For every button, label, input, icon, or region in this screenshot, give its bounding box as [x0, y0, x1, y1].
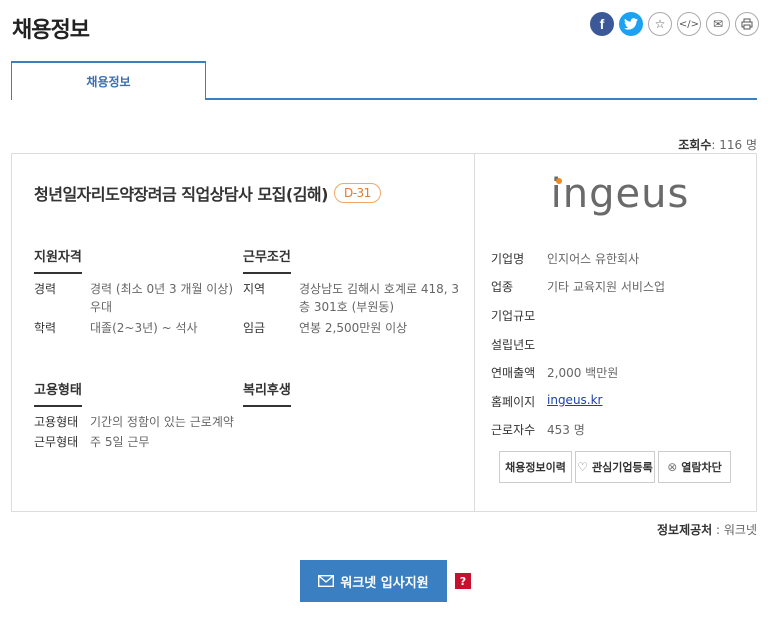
- company-info-pane: ingeus 기업명 인지어스 유한회사 업종 기타 교육지원 서비스업 기업규…: [475, 154, 756, 511]
- row-value: 453 명: [547, 423, 585, 437]
- qualification-row-career: 경력 경력 (최소 0년 3 개월 이상) 우대: [34, 280, 239, 316]
- company-row-size: 기업규모: [491, 307, 547, 324]
- job-title-text: 청년일자리도약장려금 직업상담사 모집(김해): [34, 185, 328, 204]
- twitter-icon[interactable]: [619, 12, 643, 36]
- qualification-row-education: 학력 대졸(2~3년) ~ 석사: [34, 319, 239, 337]
- employment-heading: 고용형태: [34, 379, 82, 407]
- facebook-icon[interactable]: f: [590, 12, 614, 36]
- row-key: 근로자수: [491, 423, 536, 437]
- block-view-label: 열람차단: [681, 461, 722, 474]
- job-history-label: 채용정보이력: [505, 461, 566, 474]
- employment-row-type: 고용형태 기간의 정함이 있는 근로계약: [34, 413, 254, 431]
- company-row-homepage: 홈페이지 ingeus.kr: [491, 393, 603, 410]
- tab-label: 채용정보: [86, 75, 131, 89]
- print-icon[interactable]: [735, 12, 759, 36]
- row-key: 설립년도: [491, 338, 536, 352]
- company-row-founded: 설립년도: [491, 336, 547, 353]
- star-icon[interactable]: ☆: [648, 12, 672, 36]
- company-logo: ingeus: [545, 168, 695, 220]
- row-key: 홈페이지: [491, 395, 536, 409]
- view-count-value: : 116 명: [711, 138, 757, 152]
- homepage-link[interactable]: ingeus.kr: [547, 393, 603, 410]
- heart-icon: ♡: [577, 460, 589, 474]
- conditions-heading: 근무조건: [243, 246, 291, 274]
- row-key: 근무형태: [34, 435, 79, 449]
- row-value: 경력 (최소 0년 3 개월 이상) 우대: [90, 282, 234, 314]
- welfare-heading: 복리후생: [243, 379, 291, 407]
- job-detail-box: 청년일자리도약장려금 직업상담사 모집(김해) D-31 지원자격 경력 경력 …: [11, 153, 757, 512]
- company-row-name: 기업명 인지어스 유한회사: [491, 250, 639, 267]
- row-key: 업종: [491, 280, 514, 294]
- job-title: 청년일자리도약장려금 직업상담사 모집(김해) D-31: [34, 181, 381, 205]
- info-provider: 정보제공처 : 워크넷: [657, 521, 757, 538]
- help-icon[interactable]: ?: [455, 573, 471, 589]
- job-info-pane: 청년일자리도약장려금 직업상담사 모집(김해) D-31 지원자격 경력 경력 …: [12, 154, 475, 511]
- employment-row-schedule: 근무형태 주 5일 근무: [34, 433, 254, 451]
- row-value: 대졸(2~3년) ~ 석사: [90, 321, 198, 335]
- row-value: 기간의 정함이 있는 근로계약: [90, 415, 234, 429]
- row-key: 기업명: [491, 252, 525, 266]
- row-key: 연매출액: [491, 366, 536, 380]
- apply-button[interactable]: 워크넷 입사지원: [300, 560, 447, 602]
- row-value: 인지어스 유한회사: [547, 252, 640, 266]
- row-value: 2,000 백만원: [547, 366, 619, 380]
- share-bar: f ☆ </> ✉: [590, 12, 759, 36]
- company-row-employees: 근로자수 453 명: [491, 421, 585, 438]
- row-value: 연봉 2,500만원 이상: [299, 321, 408, 335]
- apply-label: 워크넷 입사지원: [340, 575, 429, 591]
- view-count-label: 조회수: [678, 138, 712, 152]
- row-key: 임금: [243, 321, 266, 335]
- tab-job-info[interactable]: 채용정보: [11, 61, 206, 102]
- condition-row-salary: 임금 연봉 2,500만원 이상: [243, 319, 465, 337]
- logo-text: ingeus: [550, 171, 690, 217]
- qualifications-heading: 지원자격: [34, 246, 82, 274]
- favorite-company-button[interactable]: ♡ 관심기업등록: [575, 451, 655, 483]
- job-history-button[interactable]: 채용정보이력: [499, 451, 572, 483]
- dday-badge: D-31: [333, 183, 381, 203]
- view-count: 조회수: 116 명: [678, 136, 757, 153]
- row-key: 고용형태: [34, 415, 79, 429]
- row-value: 경상남도 김해시 호계로 418, 3층 301호 (부원동): [299, 282, 460, 314]
- condition-row-location: 지역 경상남도 김해시 호계로 418, 3층 301호 (부원동): [243, 280, 465, 316]
- favorite-company-label: 관심기업등록: [592, 461, 653, 474]
- block-view-button[interactable]: ⊗ 열람차단: [658, 451, 731, 483]
- row-value: 기타 교육지원 서비스업: [547, 280, 666, 294]
- row-value: 주 5일 근무: [90, 435, 150, 449]
- row-key: 기업규모: [491, 309, 536, 323]
- company-row-industry: 업종 기타 교육지원 서비스업: [491, 278, 665, 295]
- company-row-revenue: 연매출액 2,000 백만원: [491, 364, 618, 381]
- tab-bar: 채용정보: [11, 61, 757, 102]
- block-icon: ⊗: [667, 460, 678, 474]
- mail-icon[interactable]: ✉: [706, 12, 730, 36]
- mail-icon: [318, 575, 335, 587]
- page-title: 채용정보: [12, 18, 90, 43]
- row-key: 지역: [243, 282, 266, 296]
- row-key: 학력: [34, 321, 57, 335]
- provider-label: 정보제공처: [657, 523, 713, 537]
- logo-dot: [556, 178, 562, 184]
- provider-value: : 워크넷: [712, 523, 757, 537]
- row-key: 경력: [34, 282, 57, 296]
- code-icon[interactable]: </>: [677, 12, 701, 36]
